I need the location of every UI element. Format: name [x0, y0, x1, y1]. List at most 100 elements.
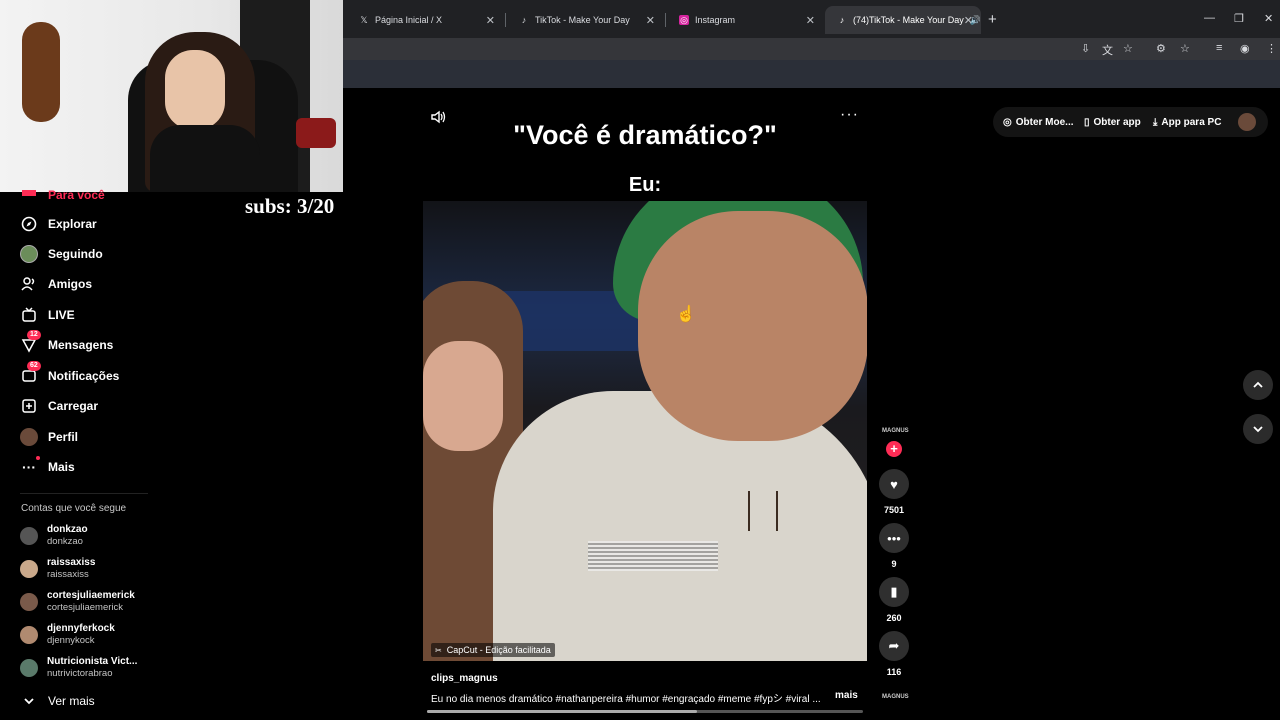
avatar — [20, 527, 38, 545]
following-username: donkzao — [47, 524, 88, 535]
video-shirt — [493, 391, 867, 661]
tab-tiktok[interactable]: ♪ TikTok - Make Your Day ✕ — [507, 6, 663, 34]
screen: 𝕏 Página Inicial / X ✕ ♪ TikTok - Make Y… — [0, 0, 1280, 720]
music-disc[interactable]: MAGNUS — [882, 690, 909, 704]
browser-menu-icon[interactable]: ⋮ — [1266, 42, 1277, 55]
restore-icon[interactable]: ❐ — [1234, 12, 1244, 25]
tab-instagram[interactable]: ◎ Instagram ✕ — [667, 6, 823, 34]
video-progress-bar[interactable] — [427, 710, 863, 713]
video-blurred-text — [588, 541, 718, 571]
pc-app-label: App para PC — [1161, 116, 1222, 128]
nav-explorar[interactable]: Explorar — [20, 212, 97, 236]
see-more-button[interactable]: Ver mais — [20, 689, 95, 713]
install-app-icon[interactable]: ⇩ — [1081, 42, 1090, 55]
nav-for-you[interactable]: Para você — [48, 188, 105, 202]
close-tab-icon[interactable]: ✕ — [646, 14, 655, 27]
subs-goal-counter: subs: 3/20 — [245, 194, 335, 218]
translate-icon[interactable]: 文 — [1102, 42, 1113, 58]
more-dots-icon: ··· — [20, 456, 40, 476]
teddy-bear — [22, 22, 60, 122]
nav-perfil[interactable]: Perfil — [20, 425, 78, 449]
profile-icon[interactable]: ◉ — [1240, 42, 1250, 55]
friends-icon — [20, 275, 38, 293]
instagram-icon: ◎ — [679, 15, 689, 25]
tab-x[interactable]: 𝕏 Página Inicial / X ✕ — [347, 6, 503, 34]
close-tab-icon[interactable]: ✕ — [806, 14, 815, 27]
profile-avatar-icon — [20, 428, 38, 446]
tiktok-icon: ♪ — [521, 15, 527, 25]
tiktok-icon: ♪ — [839, 15, 845, 25]
nav-mais[interactable]: ··· Mais — [20, 455, 75, 479]
red-clothing — [296, 118, 336, 148]
sidebar-divider — [20, 493, 148, 494]
reading-list-icon[interactable]: ≡ — [1216, 42, 1222, 54]
get-app-button[interactable]: ▯ Obter app — [1084, 113, 1141, 131]
video-description: Eu no dia menos dramático #nathanpereira… — [431, 694, 821, 705]
get-coins-label: Obter Moe... — [1015, 116, 1074, 128]
nav-seguindo[interactable]: Seguindo — [20, 242, 103, 266]
following-avatar-icon — [20, 245, 38, 263]
share-action[interactable]: ➦ 116 — [878, 631, 910, 677]
chevron-down-icon — [1253, 426, 1263, 433]
bookmark-icon[interactable]: ▮ — [879, 577, 909, 607]
minimize-icon[interactable]: — — [1204, 12, 1215, 24]
favorites-icon[interactable]: ☆ — [1180, 42, 1190, 55]
following-username: cortesjuliaemerick — [47, 590, 135, 601]
avatar — [20, 593, 38, 611]
hand-cursor-icon: ☝ — [676, 306, 696, 323]
bookmark-star-icon[interactable]: ☆ — [1123, 42, 1133, 55]
avatar — [20, 626, 38, 644]
streamer-face — [165, 50, 225, 130]
video-progress-fill — [427, 710, 698, 713]
next-video-button[interactable] — [1243, 414, 1273, 444]
description-more-link[interactable]: mais — [835, 690, 858, 701]
previous-video-button[interactable] — [1243, 370, 1273, 400]
see-more-label: Ver mais — [48, 694, 95, 708]
pc-app-button[interactable]: ⤓ App para PC — [1153, 113, 1221, 131]
notifications-badge: 62 — [27, 361, 41, 371]
capcut-label[interactable]: ✂ CapCut - Edição facilitada — [431, 643, 555, 657]
creator-avatar[interactable]: MAGNUS — [882, 422, 909, 440]
nav-carregar[interactable]: Carregar — [20, 394, 98, 418]
download-icon: ⤓ — [1153, 116, 1158, 128]
like-action[interactable]: ♥ 7501 — [878, 469, 910, 515]
comment-icon[interactable]: ••• — [879, 523, 909, 553]
share-arrow-icon[interactable]: ➦ — [879, 631, 909, 661]
like-count: 7501 — [883, 505, 905, 515]
close-tab-icon[interactable]: ✕ — [486, 14, 495, 27]
creator-username[interactable]: clips_magnus — [431, 673, 498, 684]
share-count: 116 — [886, 667, 902, 677]
close-tab-icon[interactable]: ✕ — [964, 14, 973, 27]
nav-mensagens[interactable]: 12 Mensagens — [20, 330, 113, 357]
comment-action[interactable]: ••• 9 — [878, 523, 910, 569]
follow-plus-button[interactable]: + — [886, 441, 902, 457]
new-tab-icon[interactable]: + — [988, 11, 997, 28]
nav-live[interactable]: LIVE — [20, 303, 75, 327]
video-face — [638, 211, 867, 441]
following-username: djennyferkock — [47, 623, 115, 634]
browser-tab-strip: 𝕏 Página Inicial / X ✕ ♪ TikTok - Make Y… — [343, 0, 1280, 38]
save-action[interactable]: ▮ 260 — [878, 577, 910, 623]
chevron-down-icon — [20, 692, 38, 710]
messages-badge: 12 — [27, 330, 41, 340]
nav-amigos[interactable]: Amigos — [20, 272, 92, 296]
following-name: djennykock — [47, 635, 95, 646]
video-player[interactable]: ☝ ✂ CapCut - Edição facilitada — [423, 201, 867, 661]
profile-avatar[interactable] — [1238, 113, 1256, 131]
compass-icon — [20, 215, 38, 233]
following-name: nutrivictorabrao — [47, 668, 113, 679]
nav-notificacoes[interactable]: 62 Notificações — [20, 361, 119, 388]
following-name: donkzao — [47, 536, 83, 547]
save-count: 260 — [886, 613, 902, 623]
streamer-body — [150, 125, 260, 192]
following-username: Nutricionista Vict... — [47, 656, 138, 667]
heart-icon[interactable]: ♥ — [879, 469, 909, 499]
tab-separator — [505, 13, 506, 27]
close-window-icon[interactable]: ✕ — [1264, 12, 1273, 25]
video-girl-face — [423, 341, 503, 451]
get-coins-button[interactable]: ◎ Obter Moe... — [1003, 113, 1074, 131]
extension-icon[interactable]: ⚙ — [1156, 42, 1166, 55]
tab-tiktok-active[interactable]: ♪ (74)TikTok - Make Your Day 🔊 ✕ — [825, 6, 981, 34]
video-caption-title: "Você é dramático?" — [513, 120, 777, 150]
upload-icon — [20, 397, 38, 415]
